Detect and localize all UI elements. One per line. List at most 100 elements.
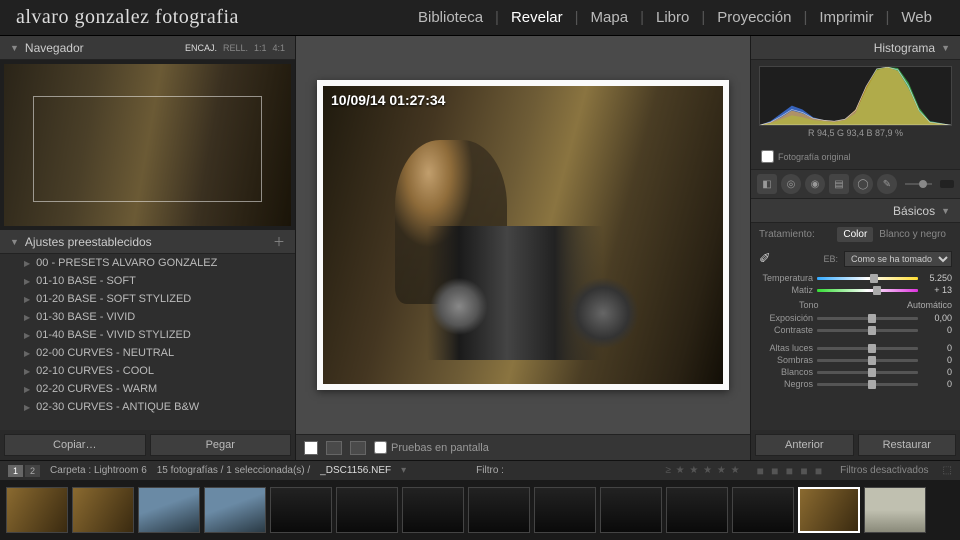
eyedropper-icon[interactable]: ✐	[759, 250, 777, 268]
chevron-right-icon: ▶	[24, 349, 30, 358]
filmstrip-thumb[interactable]	[600, 487, 662, 533]
panel-switch-icon[interactable]	[940, 180, 954, 188]
whites-slider[interactable]: Blancos0	[759, 366, 952, 378]
shadows-slider[interactable]: Sombras0	[759, 354, 952, 366]
basics-header[interactable]: Básicos ▼	[751, 199, 960, 223]
presets-title: Ajustes preestablecidos	[25, 235, 152, 249]
filmstrip-thumb[interactable]	[666, 487, 728, 533]
navigator-header[interactable]: ▼ Navegador ENCAJ. RELL. 1:1 4:1	[0, 36, 295, 60]
folder-path[interactable]: Carpeta : Lightroom 6	[50, 465, 147, 476]
nav-mode-4to1[interactable]: 4:1	[272, 43, 285, 53]
nav-revelar[interactable]: Revelar	[499, 9, 575, 26]
filmstrip-thumb[interactable]	[6, 487, 68, 533]
redeye-tool-icon[interactable]: ◉	[805, 174, 825, 194]
loupe-view[interactable]: 10/09/14 01:27:34	[296, 36, 750, 434]
presets-list: ▶00 - PRESETS ALVARO GONZALEZ ▶01-10 BAS…	[0, 254, 295, 430]
nav-libro[interactable]: Libro	[644, 9, 701, 26]
preset-item[interactable]: ▶01-40 BASE - VIVID STYLIZED	[0, 326, 295, 344]
preset-item[interactable]: ▶02-10 CURVES - COOL	[0, 362, 295, 380]
filmstrip-thumb[interactable]	[270, 487, 332, 533]
crop-tool-icon[interactable]: ◧	[757, 174, 777, 194]
nav-biblioteca[interactable]: Biblioteca	[406, 9, 495, 26]
filmstrip-thumb[interactable]	[204, 487, 266, 533]
nav-web[interactable]: Web	[889, 9, 944, 26]
tint-slider[interactable]: Matiz + 13	[759, 284, 952, 296]
color-filter[interactable]: ■ ■ ■ ■ ■	[757, 464, 825, 478]
temperature-slider[interactable]: Temperatura 5.250	[759, 272, 952, 284]
nav-mapa[interactable]: Mapa	[579, 9, 641, 26]
preset-item[interactable]: ▶02-00 CURVES - NEUTRAL	[0, 344, 295, 362]
histogram-header[interactable]: Histograma ▼	[751, 36, 960, 60]
filmstrip-thumb[interactable]	[732, 487, 794, 533]
preset-item[interactable]: ▶02-30 CURVES - ANTIQUE B&W	[0, 398, 295, 416]
add-preset-icon[interactable]: ＋	[273, 233, 285, 250]
filter-lock-icon[interactable]: ⬚	[943, 465, 952, 476]
chevron-right-icon: ▶	[24, 385, 30, 394]
radial-tool-icon[interactable]: ◯	[853, 174, 873, 194]
nav-mode-fit[interactable]: ENCAJ.	[185, 43, 217, 53]
filmstrip[interactable]	[0, 480, 960, 540]
copy-button[interactable]: Copiar…	[4, 434, 146, 456]
filmstrip-thumb[interactable]	[138, 487, 200, 533]
whitebalance-row: ✐ EB: Como se ha tomado	[759, 248, 952, 272]
preset-item[interactable]: ▶01-20 BASE - SOFT STYLIZED	[0, 290, 295, 308]
preset-item[interactable]: ▶01-30 BASE - VIVID	[0, 308, 295, 326]
filter-label: Filtro :	[476, 465, 504, 476]
original-checkbox[interactable]	[761, 150, 774, 163]
filmstrip-thumb[interactable]	[468, 487, 530, 533]
filmstrip-thumb[interactable]	[72, 487, 134, 533]
presets-header[interactable]: ▼ Ajustes preestablecidos ＋	[0, 230, 295, 254]
histogram-title: Histograma	[874, 41, 935, 55]
filmstrip-thumb-selected[interactable]	[798, 487, 860, 533]
chevron-down-icon: ▼	[10, 237, 19, 247]
auto-tone-button[interactable]: Automático	[907, 300, 952, 310]
filmstrip-thumb[interactable]	[336, 487, 398, 533]
exposure-slider[interactable]: Exposición0,00	[759, 312, 952, 324]
rating-filter[interactable]: ≥ ★ ★ ★ ★ ★	[665, 465, 740, 476]
navigator-title: Navegador	[25, 41, 84, 55]
wb-preset-select[interactable]: Como se ha tomado	[844, 251, 952, 267]
left-panel: ▼ Navegador ENCAJ. RELL. 1:1 4:1 ▼ Ajust…	[0, 36, 296, 460]
softproof-toggle[interactable]: Pruebas en pantalla	[374, 441, 489, 454]
current-file: _DSC1156.NEF	[320, 465, 391, 476]
gradient-tool-icon[interactable]: ▤	[829, 174, 849, 194]
treatment-color[interactable]: Color	[837, 227, 873, 242]
nav-proyeccion[interactable]: Proyección	[705, 9, 803, 26]
navigator-preview[interactable]	[0, 60, 295, 230]
nav-imprimir[interactable]: Imprimir	[807, 9, 885, 26]
preset-item[interactable]: ▶02-20 CURVES - WARM	[0, 380, 295, 398]
nav-mode-fill[interactable]: RELL.	[223, 43, 248, 53]
contrast-slider[interactable]: Contraste0	[759, 324, 952, 336]
preset-item[interactable]: ▶00 - PRESETS ALVARO GONZALEZ	[0, 254, 295, 272]
chevron-down-icon: ▼	[10, 43, 19, 53]
filmstrip-thumb[interactable]	[534, 487, 596, 533]
histogram-panel: R 94,5 G 93,4 B 87,9 %	[751, 60, 960, 148]
basics-panel: Tratamiento: Color Blanco y negro ✐ EB: …	[751, 223, 960, 430]
highlights-slider[interactable]: Altas luces0	[759, 342, 952, 354]
reset-button[interactable]: Restaurar	[858, 434, 957, 456]
tone-label: Tono	[799, 300, 819, 310]
before-after-icon[interactable]	[326, 441, 342, 455]
treatment-bw[interactable]: Blanco y negro	[873, 227, 952, 242]
filmstrip-thumb[interactable]	[402, 487, 464, 533]
blacks-slider[interactable]: Negros0	[759, 378, 952, 390]
nav-mode-1to1[interactable]: 1:1	[254, 43, 267, 53]
spot-tool-icon[interactable]: ◎	[781, 174, 801, 194]
histogram-chart[interactable]	[759, 66, 952, 126]
chevron-right-icon: ▶	[24, 403, 30, 412]
before-after-split-icon[interactable]	[350, 441, 366, 455]
previous-button[interactable]: Anterior	[755, 434, 854, 456]
preset-item[interactable]: ▶01-10 BASE - SOFT	[0, 272, 295, 290]
filters-status[interactable]: Filtros desactivados	[840, 465, 928, 476]
paste-button[interactable]: Pegar	[150, 434, 292, 456]
loupe-view-icon[interactable]	[304, 441, 318, 455]
selection-count: 15 fotografías / 1 seleccionada(s) /	[157, 465, 310, 476]
tool-strip: ◧ ◎ ◉ ▤ ◯ ✎	[751, 169, 960, 199]
original-photo-row[interactable]: Fotografía original	[751, 148, 960, 169]
tool-slider[interactable]	[905, 183, 932, 185]
histogram-readout: R 94,5 G 93,4 B 87,9 %	[759, 126, 952, 138]
secondary-display[interactable]: 1 2	[8, 465, 40, 477]
filmstrip-thumb[interactable]	[864, 487, 926, 533]
softproof-checkbox[interactable]	[374, 441, 387, 454]
brush-tool-icon[interactable]: ✎	[877, 174, 897, 194]
